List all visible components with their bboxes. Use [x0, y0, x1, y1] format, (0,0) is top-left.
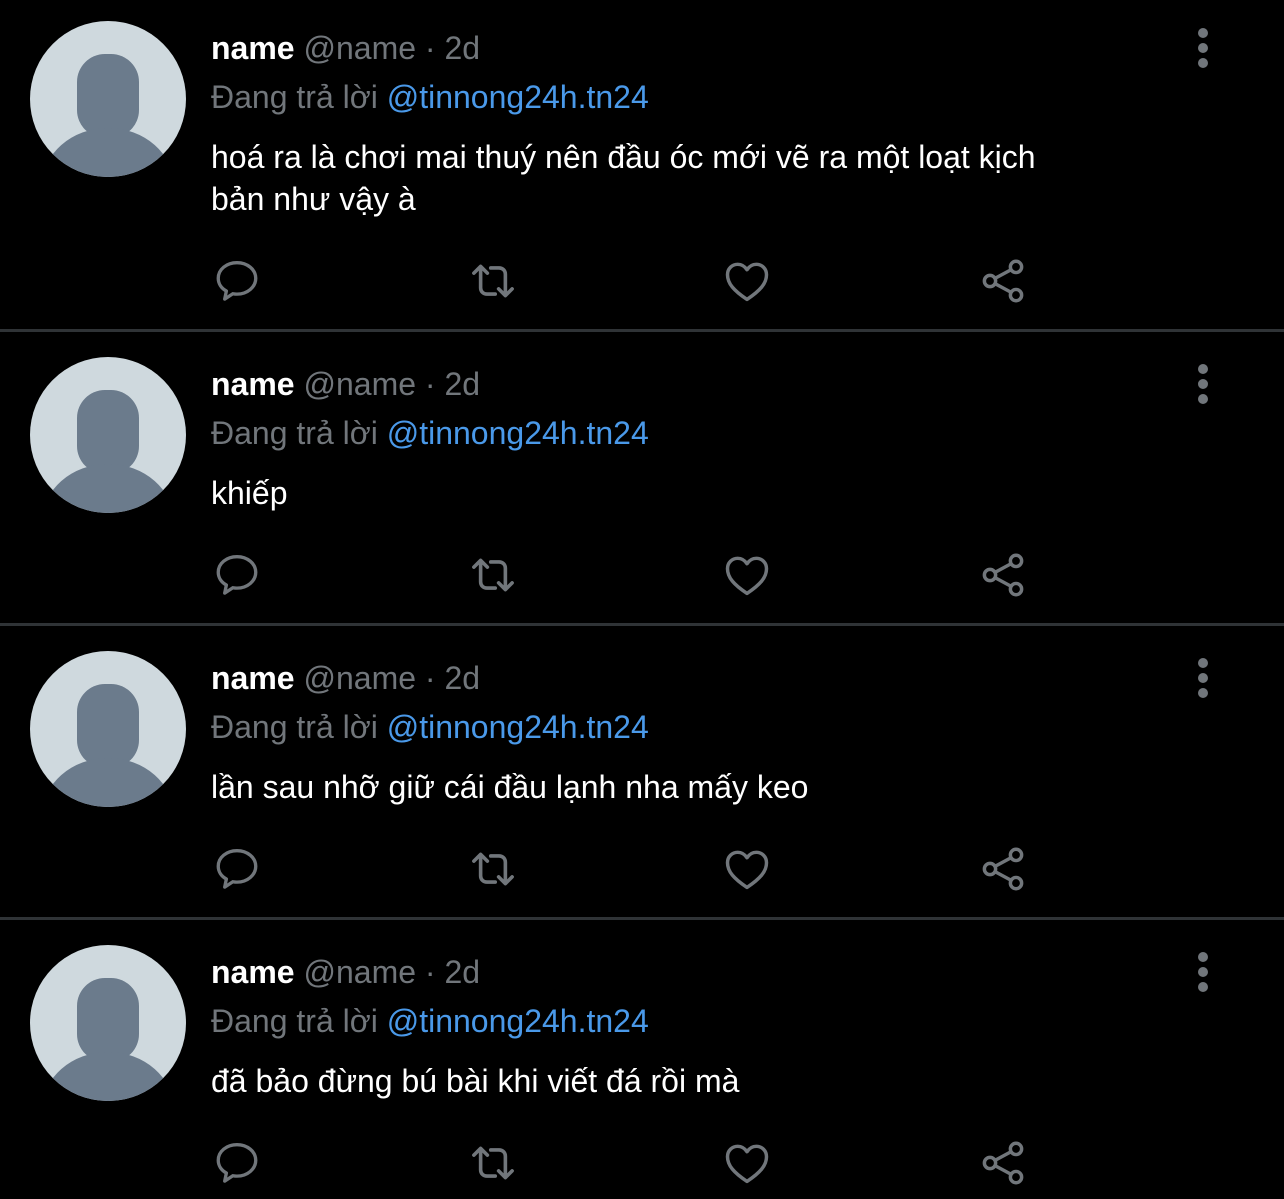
tweet-text: khiếp — [211, 472, 1171, 514]
tweet-header: name @name · 2d — [211, 364, 480, 404]
tweet-text: đã bảo đừng bú bài khi viết đá rồi mà — [211, 1060, 1171, 1102]
default-avatar-icon — [42, 390, 174, 513]
replying-to: Đang trả lời @tinnong24h.tn24 — [211, 1001, 649, 1041]
like-button[interactable] — [719, 841, 775, 897]
display-name[interactable]: name — [211, 366, 295, 402]
replying-to-label: Đang trả lời — [211, 415, 378, 451]
default-avatar-icon — [42, 684, 174, 807]
share-icon — [982, 1141, 1024, 1185]
display-name[interactable]: name — [211, 660, 295, 696]
reply-button[interactable] — [209, 547, 265, 603]
speech-bubble-icon — [216, 555, 258, 595]
tweet-header: name @name · 2d — [211, 658, 480, 698]
vertical-ellipsis-icon — [1198, 364, 1208, 404]
retweet-button[interactable] — [465, 1135, 521, 1191]
heart-icon — [725, 262, 769, 302]
retweet-button[interactable] — [465, 841, 521, 897]
retweet-icon — [472, 852, 514, 886]
speech-bubble-icon — [216, 1143, 258, 1183]
tweet-text-line: khiếp — [211, 475, 288, 511]
tweet-divider — [0, 917, 1284, 920]
handle-and-time: @name · 2d — [303, 366, 481, 402]
mention-link[interactable]: @tinnong24h.tn24 — [387, 709, 649, 745]
mention-link[interactable]: @tinnong24h.tn24 — [387, 1003, 649, 1039]
tweet-header: name @name · 2d — [211, 952, 480, 992]
tweet-text-line: đã bảo đừng bú bài khi viết đá rồi mà — [211, 1063, 740, 1099]
share-button[interactable] — [975, 841, 1031, 897]
mention-link[interactable]: @tinnong24h.tn24 — [387, 79, 649, 115]
reply-feed: name @name · 2d Đang trả lời @tinnong24h… — [0, 0, 1284, 1199]
default-avatar-icon — [42, 54, 174, 177]
replying-to: Đang trả lời @tinnong24h.tn24 — [211, 707, 649, 747]
share-icon — [982, 847, 1024, 891]
reply-button[interactable] — [209, 1135, 265, 1191]
more-options-button[interactable] — [1182, 24, 1224, 72]
share-button[interactable] — [975, 547, 1031, 603]
more-options-button[interactable] — [1182, 948, 1224, 996]
handle-and-time: @name · 2d — [303, 954, 481, 990]
share-icon — [982, 259, 1024, 303]
reply-button[interactable] — [209, 841, 265, 897]
speech-bubble-icon — [216, 849, 258, 889]
replying-to-label: Đang trả lời — [211, 709, 378, 745]
retweet-button[interactable] — [465, 547, 521, 603]
heart-icon — [725, 1144, 769, 1184]
vertical-ellipsis-icon — [1198, 952, 1208, 992]
tweet-text-line: lần sau nhỡ giữ cái đầu lạnh nha mấy keo — [211, 769, 809, 805]
vertical-ellipsis-icon — [1198, 658, 1208, 698]
like-button[interactable] — [719, 547, 775, 603]
more-options-button[interactable] — [1182, 360, 1224, 408]
vertical-ellipsis-icon — [1198, 28, 1208, 68]
tweet-text: hoá ra là chơi mai thuý nên đầu óc mới v… — [211, 136, 1171, 220]
display-name[interactable]: name — [211, 954, 295, 990]
replying-to: Đang trả lời @tinnong24h.tn24 — [211, 77, 649, 117]
tweet-text-line: hoá ra là chơi mai thuý nên đầu óc mới v… — [211, 139, 1036, 175]
handle-and-time: @name · 2d — [303, 30, 481, 66]
display-name[interactable]: name — [211, 30, 295, 66]
more-options-button[interactable] — [1182, 654, 1224, 702]
share-icon — [982, 553, 1024, 597]
tweet-divider — [0, 623, 1284, 626]
share-button[interactable] — [975, 1135, 1031, 1191]
heart-icon — [725, 850, 769, 890]
retweet-button[interactable] — [465, 253, 521, 309]
default-avatar-icon — [42, 978, 174, 1101]
tweet-text-line: bản như vậy à — [211, 181, 416, 217]
like-button[interactable] — [719, 253, 775, 309]
avatar[interactable] — [30, 21, 186, 177]
replying-to: Đang trả lời @tinnong24h.tn24 — [211, 413, 649, 453]
retweet-icon — [472, 558, 514, 592]
reply-button[interactable] — [209, 253, 265, 309]
avatar[interactable] — [30, 945, 186, 1101]
replying-to-label: Đang trả lời — [211, 79, 378, 115]
handle-and-time: @name · 2d — [303, 660, 481, 696]
avatar[interactable] — [30, 651, 186, 807]
mention-link[interactable]: @tinnong24h.tn24 — [387, 415, 649, 451]
tweet-text: lần sau nhỡ giữ cái đầu lạnh nha mấy keo — [211, 766, 1171, 808]
avatar[interactable] — [30, 357, 186, 513]
retweet-icon — [472, 264, 514, 298]
replying-to-label: Đang trả lời — [211, 1003, 378, 1039]
speech-bubble-icon — [216, 261, 258, 301]
like-button[interactable] — [719, 1135, 775, 1191]
share-button[interactable] — [975, 253, 1031, 309]
tweet-divider — [0, 329, 1284, 332]
heart-icon — [725, 556, 769, 596]
retweet-icon — [472, 1146, 514, 1180]
tweet-header: name @name · 2d — [211, 28, 480, 68]
